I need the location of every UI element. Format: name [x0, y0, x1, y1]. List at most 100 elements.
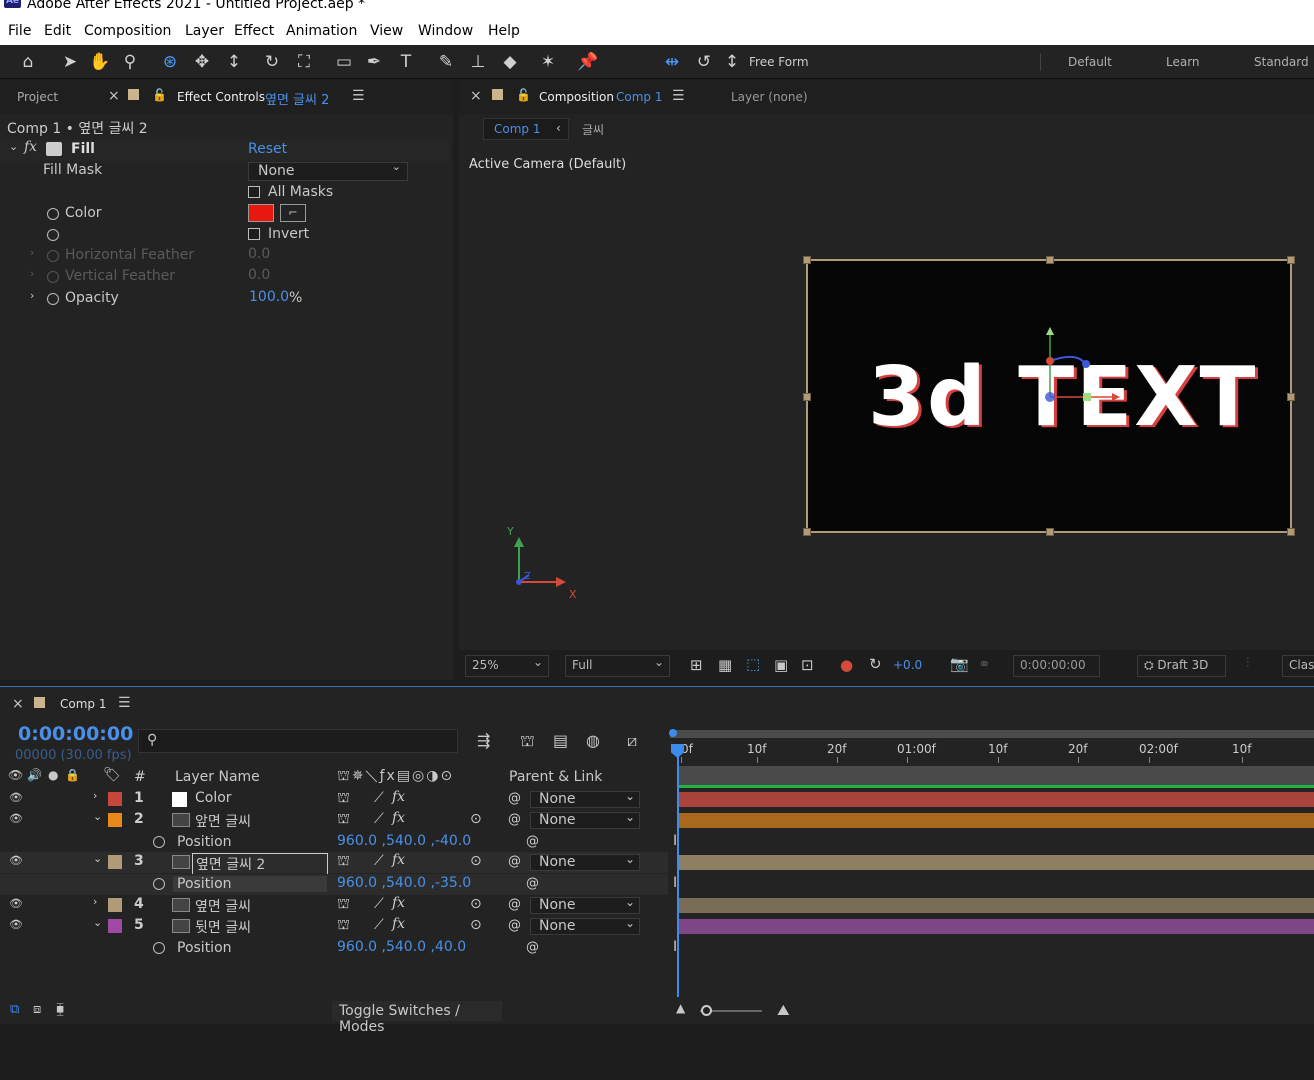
- lock-icon[interactable]: 🔓: [516, 88, 531, 102]
- fx-switch-icon[interactable]: fx: [392, 916, 405, 932]
- eye-icon[interactable]: 👁: [9, 918, 23, 931]
- resolution-dropdown[interactable]: Full ⌄: [565, 655, 670, 677]
- playhead-line[interactable]: [677, 745, 679, 997]
- panel-menu-icon[interactable]: ☰: [118, 695, 131, 711]
- fx-icon[interactable]: fx: [24, 139, 37, 155]
- local-axis-icon[interactable]: ⇹: [660, 50, 684, 74]
- pick-whip-icon[interactable]: @: [508, 897, 521, 912]
- tab-effect-controls[interactable]: Effect Controls: [177, 90, 265, 104]
- layer-duration-bar[interactable]: [678, 898, 1314, 913]
- layer-duration-bar[interactable]: [678, 919, 1314, 934]
- chevron-right-icon[interactable]: ›: [30, 246, 34, 259]
- workspace-learn[interactable]: Learn: [1166, 55, 1200, 69]
- label-color-swatch[interactable]: [108, 919, 122, 933]
- pick-whip-icon[interactable]: @: [526, 940, 539, 955]
- transform-handle[interactable]: [1287, 256, 1295, 264]
- transform-handle[interactable]: [803, 393, 811, 401]
- transfer-controls-icon[interactable]: ⧈: [33, 1002, 41, 1017]
- close-icon[interactable]: ×: [470, 88, 482, 104]
- layer-duration-bar[interactable]: [678, 813, 1314, 828]
- layer-name[interactable]: Color: [195, 790, 232, 806]
- menu-edit[interactable]: Edit: [44, 23, 71, 39]
- exposure-value[interactable]: +0.0: [893, 658, 922, 672]
- shy-switch-icon[interactable]: ⛫: [337, 896, 350, 914]
- work-area-start-handle[interactable]: [669, 729, 677, 737]
- eyedropper-icon[interactable]: ⌐: [280, 204, 306, 222]
- layer-name[interactable]: 앞면 글씨: [195, 811, 251, 831]
- chevron-down-icon[interactable]: ⌄: [93, 810, 102, 823]
- 3d-layer-switch-icon[interactable]: ⊙: [470, 853, 482, 869]
- layer-duration-bar[interactable]: [678, 792, 1314, 807]
- current-timecode[interactable]: 0:00:00:00: [18, 723, 133, 745]
- zoom-tool-icon[interactable]: ⚲: [118, 50, 142, 74]
- current-time-field[interactable]: 0:00:00:00: [1013, 655, 1100, 677]
- in-out-stretch-icon[interactable]: ⧯: [56, 1002, 64, 1017]
- menu-help[interactable]: Help: [488, 23, 520, 39]
- mask-visibility-icon[interactable]: ⬚: [746, 655, 760, 673]
- layer-switches-icon[interactable]: ⧉: [10, 1002, 19, 1017]
- menu-view[interactable]: View: [370, 23, 403, 39]
- menu-effect[interactable]: Effect: [234, 23, 274, 39]
- label-color-swatch[interactable]: [108, 898, 122, 912]
- composition-mini-flowchart-icon[interactable]: ⇶: [477, 731, 490, 750]
- draft-3d-button[interactable]: ⛭ Draft 3D: [1137, 655, 1226, 677]
- layer-name[interactable]: 옆면 글씨: [195, 896, 251, 916]
- work-area-bar[interactable]: [670, 730, 1314, 738]
- workspace-default[interactable]: Default: [1068, 55, 1112, 69]
- label-color-swatch[interactable]: [108, 855, 122, 869]
- column-layer-name[interactable]: Layer Name: [175, 769, 260, 785]
- renderer-dropdown[interactable]: Class: [1282, 655, 1314, 677]
- hand-tool-icon[interactable]: ✋: [88, 50, 112, 74]
- eye-icon[interactable]: 👁: [9, 791, 23, 804]
- parent-dropdown[interactable]: None: [530, 916, 640, 935]
- layer-search-input[interactable]: ⚲: [138, 729, 458, 753]
- shy-switch-icon[interactable]: ⛫: [337, 917, 350, 935]
- panel-menu-icon[interactable]: ☰: [352, 88, 365, 104]
- invert-checkbox[interactable]: [248, 228, 260, 240]
- tab-composition[interactable]: Composition: [539, 90, 614, 104]
- selection-tool-icon[interactable]: ➤: [58, 50, 82, 74]
- quality-switch-icon[interactable]: ⟋: [374, 917, 384, 933]
- brush-tool-icon[interactable]: ✎: [434, 50, 458, 74]
- world-axis-icon[interactable]: ↺: [692, 50, 716, 74]
- frame-blending-icon[interactable]: ▤: [553, 731, 568, 750]
- breadcrumb-layer[interactable]: 글씨: [582, 121, 604, 138]
- tab-timeline-comp[interactable]: Comp 1: [60, 697, 106, 711]
- stopwatch-icon[interactable]: [47, 208, 59, 220]
- reset-link[interactable]: Reset: [248, 141, 287, 157]
- label-color-swatch[interactable]: [108, 792, 122, 806]
- chevron-right-icon[interactable]: ›: [30, 289, 34, 302]
- parent-dropdown[interactable]: None: [530, 852, 640, 871]
- tab-effect-layer[interactable]: 옆면 글씨 2: [265, 89, 329, 108]
- parent-dropdown[interactable]: None: [530, 895, 640, 914]
- motion-blur-icon[interactable]: ◍: [586, 731, 600, 750]
- layer-3d-gizmo-icon[interactable]: [1028, 321, 1138, 431]
- transform-handle[interactable]: [1046, 256, 1054, 264]
- layer-name[interactable]: 뒷면 글씨: [195, 917, 251, 937]
- quality-switch-icon[interactable]: ⟋: [374, 811, 384, 827]
- pan-behind-icon[interactable]: ⛶: [292, 50, 316, 74]
- home-icon[interactable]: ⌂: [16, 50, 40, 74]
- 3d-layer-switch-icon[interactable]: ⊙: [470, 811, 482, 827]
- shy-switch-icon[interactable]: ⛫: [337, 790, 350, 808]
- zoom-in-icon[interactable]: ⛰: [777, 1001, 790, 1019]
- dolly-camera-icon[interactable]: ↕: [222, 50, 246, 74]
- close-icon[interactable]: ×: [108, 88, 120, 104]
- chevron-down-icon[interactable]: ⌄: [9, 140, 18, 153]
- stopwatch-icon[interactable]: [153, 836, 165, 848]
- layer-property-row[interactable]: Position 960.0 ,540.0 ,40.0 @: [0, 938, 668, 959]
- menu-window[interactable]: Window: [418, 23, 473, 39]
- panel-menu-icon[interactable]: ☰: [672, 88, 685, 104]
- fx-switch-icon[interactable]: fx: [392, 852, 405, 868]
- pick-whip-icon[interactable]: @: [526, 876, 539, 891]
- menu-composition[interactable]: Composition: [84, 23, 171, 39]
- rotation-tool-icon[interactable]: ↻: [260, 50, 284, 74]
- shy-switch-icon[interactable]: ⛫: [337, 811, 350, 829]
- layer-name[interactable]: 옆면 글씨 2: [192, 853, 328, 875]
- channel-icon[interactable]: ●: [840, 656, 853, 674]
- pick-whip-icon[interactable]: @: [508, 918, 521, 933]
- timeline-layer-row[interactable]: 👁 ⌄ 5 뒷면 글씨 ⛫ ⟋ fx ⊙ @ None: [0, 916, 668, 937]
- eraser-tool-icon[interactable]: ◆: [498, 50, 522, 74]
- layer-duration-bar[interactable]: [678, 855, 1314, 870]
- workspace-standard[interactable]: Standard: [1254, 55, 1309, 69]
